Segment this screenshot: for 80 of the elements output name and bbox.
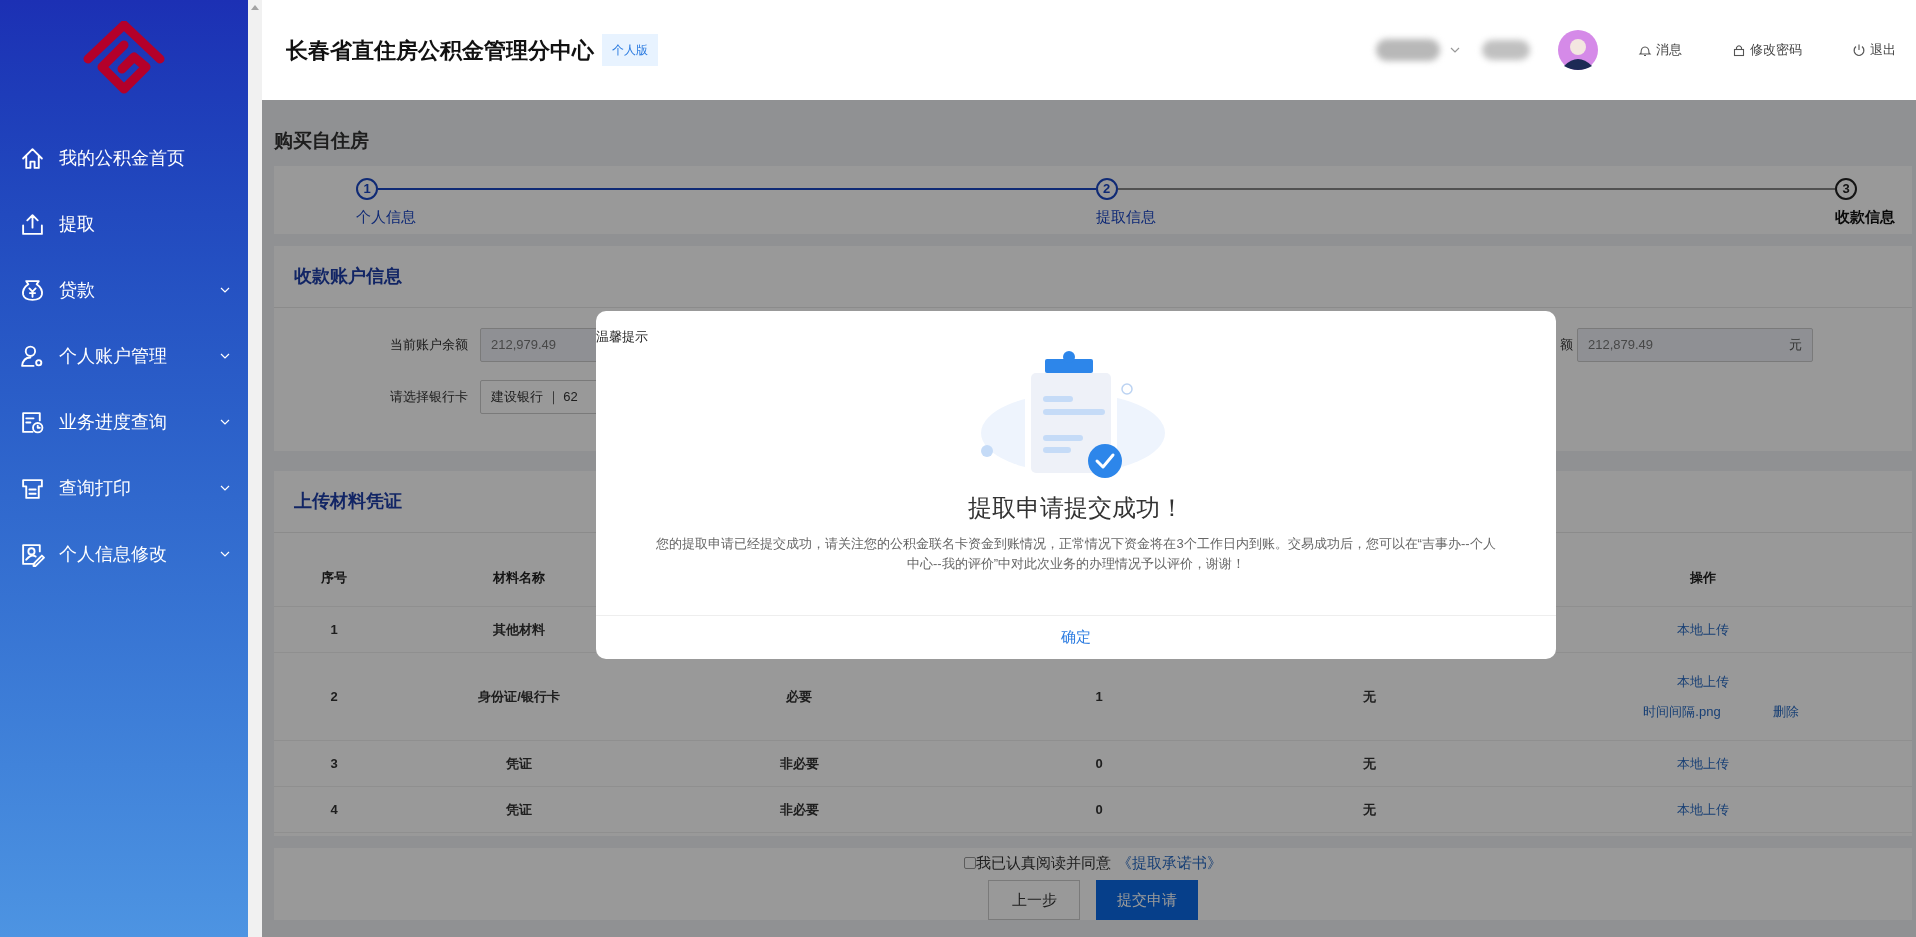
lock-icon [1732, 43, 1746, 57]
user-gear-icon [20, 343, 45, 369]
sidebar-item[interactable]: 贷款 [0, 257, 248, 323]
document-clock-icon [20, 409, 45, 435]
step-number: 3 [1835, 177, 1857, 200]
table-cell: 1 [1095, 688, 1103, 704]
table-cell: 3 [330, 755, 338, 771]
table-cell: 2 [330, 688, 338, 704]
sidebar-item[interactable]: 个人账户管理 [0, 323, 248, 389]
table-cell: 必要 [786, 688, 812, 704]
table-cell: 非必要 [779, 801, 819, 817]
table-cell: 凭证 [506, 755, 532, 771]
unit-label: 元 [1789, 335, 1802, 354]
table-cell: 身份证/银行卡 [478, 688, 560, 704]
chevron-down-icon [220, 287, 230, 293]
header-link[interactable]: 修改密码 [1732, 40, 1802, 60]
table-cell: 其他材料 [493, 621, 545, 637]
dialog-message: 您的提取申请已经提交成功，请关注您的公积金联名卡资金到账情况，正常情况下资金将在3个工作日内到账。交易成功后，您可以在“吉事办--个人中心--我的评价”中对此次业务的办理情况予以评价，谢谢！ [656, 534, 1496, 573]
agree-checkbox[interactable] [964, 856, 976, 869]
sidebar-item[interactable]: 查询打印 [0, 455, 248, 521]
chevron-down-icon[interactable] [1450, 47, 1460, 53]
column-header: 操作 [1690, 569, 1716, 585]
power-icon [1852, 43, 1866, 57]
profile-edit-icon [20, 541, 45, 567]
step-number: 2 [1095, 177, 1118, 200]
dialog-title: 温馨提示 [596, 328, 648, 346]
delete-link[interactable]: 删除 [1772, 701, 1799, 721]
table-cell: 非必要 [779, 755, 819, 771]
header-link[interactable]: 消息 [1638, 40, 1682, 60]
home-icon [20, 145, 45, 171]
field-label: 额 [1560, 335, 1573, 354]
upload-link[interactable]: 本地上传 [1677, 619, 1729, 640]
blurred-name [1482, 40, 1530, 60]
chevron-down-icon [220, 419, 230, 425]
step-number: 1 [356, 177, 378, 200]
agreement-link[interactable]: 《提取承诺书》 [1117, 851, 1222, 874]
table-cell: 0 [1095, 801, 1103, 817]
table-cell: 无 [1362, 801, 1376, 817]
scroll-up-icon[interactable] [251, 4, 259, 10]
chevron-down-icon [220, 485, 230, 491]
blurred-username [1376, 39, 1440, 61]
bell-icon [1638, 43, 1652, 57]
submit-button[interactable]: 提交申请 [1096, 880, 1198, 920]
upload-link[interactable]: 本地上传 [1677, 753, 1729, 774]
confirm-button[interactable]: 确定 [596, 615, 1556, 659]
upload-link[interactable]: 本地上传 [1677, 799, 1729, 820]
edition-tag: 个人版 [602, 34, 658, 66]
table-cell: 0 [1095, 755, 1103, 771]
agreement-text: 我已认真阅读并同意 [976, 852, 1111, 873]
table-cell: 1 [330, 621, 338, 637]
dialog-heading: 提取申请提交成功！ [968, 492, 1184, 523]
table-cell: 无 [1362, 755, 1376, 771]
sidebar-item[interactable]: 个人信息修改 [0, 521, 248, 587]
previous-button[interactable]: 上一步 [988, 880, 1080, 920]
field-label: 当前账户余额 [389, 335, 468, 354]
sidebar-item[interactable]: 我的公积金首页 [0, 125, 248, 191]
field-label: 请选择银行卡 [389, 387, 468, 406]
step-label: 个人信息 [356, 206, 416, 227]
amount-field: 212,879.49 元 [1577, 327, 1813, 362]
chevron-down-icon [220, 353, 230, 359]
section-title: 上传材料凭证 [294, 489, 402, 513]
sidebar-item[interactable]: 业务进度查询 [0, 389, 248, 455]
chevron-down-icon [220, 551, 230, 557]
upload-icon [20, 211, 45, 237]
sidebar-item[interactable]: 提取 [0, 191, 248, 257]
section-title: 收款账户信息 [294, 264, 402, 288]
avatar-icon[interactable] [1558, 30, 1598, 70]
column-header: 材料名称 [493, 569, 545, 585]
site-title: 长春省直住房公积金管理分中心 [286, 36, 594, 65]
money-bag-icon [20, 277, 45, 303]
header-link[interactable]: 退出 [1852, 40, 1896, 60]
column-header: 序号 [321, 569, 347, 585]
step-label: 收款信息 [1835, 206, 1895, 227]
table-cell: 4 [330, 801, 338, 817]
upload-link[interactable]: 本地上传 [1677, 672, 1729, 692]
file-link[interactable]: 时间间隔.png [1643, 701, 1721, 721]
table-cell: 凭证 [506, 801, 532, 817]
step-label: 提取信息 [1095, 206, 1156, 227]
page-title: 购买自住房 [274, 129, 369, 153]
table-cell: 无 [1362, 688, 1376, 704]
